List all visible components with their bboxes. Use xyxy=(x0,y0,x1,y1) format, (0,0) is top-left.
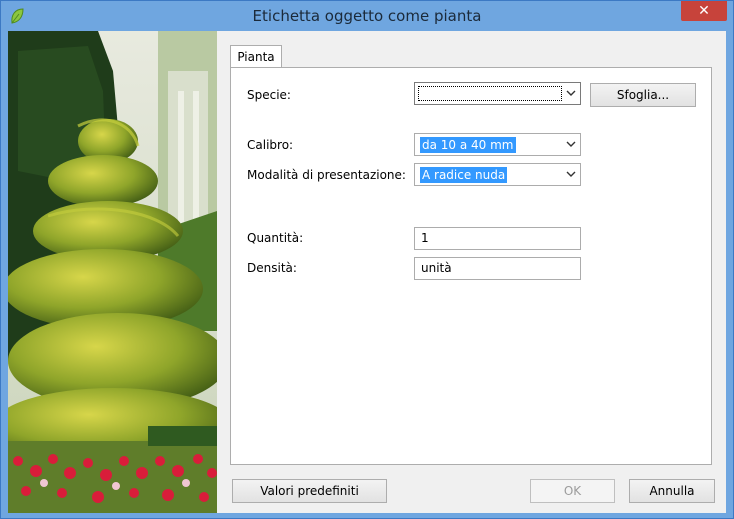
densita-label: Densità: xyxy=(247,261,297,275)
title-bar[interactable]: Etichetta oggetto come pianta ✕ xyxy=(1,1,733,31)
calibro-label: Calibro: xyxy=(247,138,294,152)
modalita-label: Modalità di presentazione: xyxy=(247,168,406,182)
valori-predefiniti-button[interactable]: Valori predefiniti xyxy=(232,479,387,503)
tab-panel-pianta: Specie: Sfoglia... Calibro: da 10 a 40 m… xyxy=(230,67,712,465)
densita-value: unità xyxy=(421,261,452,275)
chevron-down-icon xyxy=(566,90,576,96)
dialog-client-area: Pianta Specie: Sfoglia... Calibro: da 10… xyxy=(8,31,726,513)
sfoglia-button[interactable]: Sfoglia... xyxy=(590,83,696,107)
specie-combobox[interactable] xyxy=(414,82,581,105)
window-title: Etichetta oggetto come pianta xyxy=(252,7,482,25)
quantita-input[interactable]: 1 xyxy=(414,227,581,250)
densita-input[interactable]: unità xyxy=(414,257,581,280)
calibro-combobox[interactable]: da 10 a 40 mm xyxy=(414,133,581,156)
ok-button[interactable]: OK xyxy=(530,479,615,503)
quantita-label: Quantità: xyxy=(247,231,304,245)
chevron-down-icon xyxy=(566,141,576,147)
close-button[interactable]: ✕ xyxy=(681,1,727,21)
chevron-down-icon xyxy=(566,171,576,177)
quantita-value: 1 xyxy=(421,231,429,245)
tab-pianta[interactable]: Pianta xyxy=(230,45,282,68)
focus-rectangle xyxy=(418,86,562,101)
specie-label: Specie: xyxy=(247,88,291,102)
modalita-combobox[interactable]: A radice nuda xyxy=(414,163,581,186)
dialog-window: Etichetta oggetto come pianta ✕ Pianta S… xyxy=(0,0,734,519)
topiary-image xyxy=(8,31,217,513)
annulla-button[interactable]: Annulla xyxy=(629,479,715,503)
calibro-value: da 10 a 40 mm xyxy=(420,137,516,153)
modalita-value: A radice nuda xyxy=(420,167,508,183)
